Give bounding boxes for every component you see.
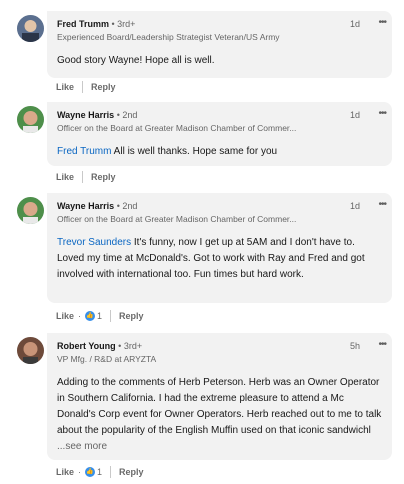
comment-actions: Like · 👍 1 Reply [56, 465, 144, 479]
comment-actions: Like Reply [56, 80, 116, 94]
comment-time: 1d [349, 110, 360, 120]
comment-time: 1d [349, 19, 360, 29]
more-options-icon[interactable]: ••• [378, 107, 386, 121]
connection-degree: • 2nd [114, 201, 138, 211]
more-options-icon[interactable]: ••• [378, 338, 386, 352]
connection-degree: • 3rd+ [109, 19, 136, 29]
divider [82, 81, 84, 93]
avatar[interactable] [17, 197, 44, 224]
divider [110, 466, 112, 478]
comment-actions: Like Reply [56, 170, 116, 184]
more-options-icon[interactable]: ••• [378, 198, 386, 212]
comment-body: Adding to the comments of Herb Peterson.… [57, 377, 382, 436]
avatar[interactable] [17, 337, 44, 364]
reply-button[interactable]: Reply [91, 172, 116, 182]
comment-bubble: Fred Trumm • 3rd+ 1d ••• Experienced Boa… [47, 11, 392, 78]
comment-bubble: Wayne Harris • 2nd 1d ••• Officer on the… [47, 193, 392, 303]
like-reaction-icon[interactable]: 👍 [85, 467, 96, 477]
like-reaction-icon[interactable]: 👍 [85, 311, 96, 321]
mention-link[interactable]: Trevor Saunders [57, 237, 131, 248]
comment-text: Trevor Saunders It's funny, now I get up… [57, 235, 382, 283]
divider [110, 310, 112, 322]
connection-degree: • 2nd [114, 110, 138, 120]
reply-button[interactable]: Reply [91, 82, 116, 92]
avatar[interactable] [17, 106, 44, 133]
comment-text: Fred Trumm All is well thanks. Hope same… [57, 144, 382, 160]
comment-bubble: Wayne Harris • 2nd 1d ••• Officer on the… [47, 102, 392, 166]
commenter-headline: Officer on the Board at Greater Madison … [57, 123, 297, 133]
comment-bubble: Robert Young • 3rd+ 5h ••• VP Mfg. / R&D… [47, 333, 392, 460]
commenter-headline: VP Mfg. / R&D at ARYZTA [57, 354, 157, 364]
commenter-headline: Experienced Board/Leadership Strategist … [57, 32, 280, 42]
commenter-name[interactable]: Wayne Harris [57, 201, 114, 211]
see-more-link[interactable]: ...see more [57, 441, 107, 452]
comment-time: 5h [349, 341, 360, 351]
divider [82, 171, 84, 183]
avatar[interactable] [17, 15, 44, 42]
like-button[interactable]: Like [56, 82, 74, 92]
comment-body: Good story Wayne! Hope all is well. [57, 55, 215, 66]
commenter-name[interactable]: Robert Young [57, 341, 116, 351]
reaction-count[interactable]: 1 [97, 311, 102, 321]
reply-button[interactable]: Reply [119, 467, 144, 477]
commenter-name[interactable]: Wayne Harris [57, 110, 114, 120]
like-button[interactable]: Like [56, 172, 74, 182]
comment-actions: Like · 👍 1 Reply [56, 309, 144, 323]
reply-button[interactable]: Reply [119, 311, 144, 321]
mention-link[interactable]: Fred Trumm [57, 146, 111, 157]
commenter-headline: Officer on the Board at Greater Madison … [57, 214, 297, 224]
comment-text: Adding to the comments of Herb Peterson.… [57, 375, 382, 455]
connection-degree: • 3rd+ [115, 341, 143, 351]
like-button[interactable]: Like [56, 311, 74, 321]
comment-text: Good story Wayne! Hope all is well. [57, 53, 382, 69]
commenter-name[interactable]: Fred Trumm [57, 19, 109, 29]
more-options-icon[interactable]: ••• [378, 16, 386, 30]
comment-body: All is well thanks. Hope same for you [111, 146, 278, 157]
like-button[interactable]: Like [56, 467, 74, 477]
dot-separator: · [78, 311, 82, 321]
comment-time: 1d [349, 201, 360, 211]
dot-separator: · [78, 467, 82, 477]
reaction-count[interactable]: 1 [97, 467, 102, 477]
